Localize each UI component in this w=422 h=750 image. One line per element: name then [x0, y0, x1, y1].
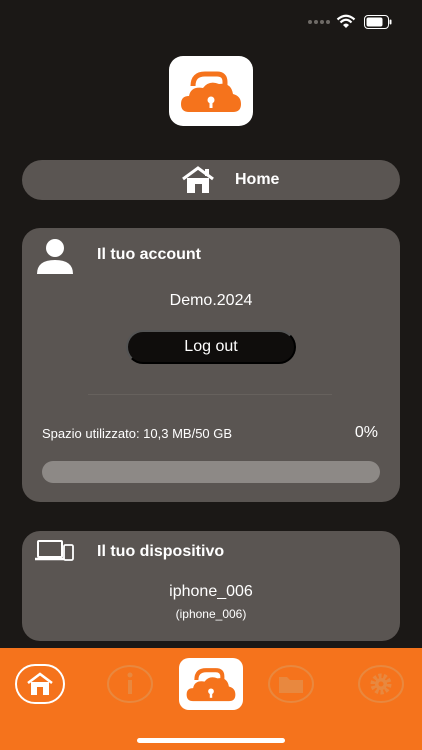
device-card: Il tuo dispositivo iphone_006 (iphone_00… [22, 531, 400, 641]
cloud-lock-icon [186, 668, 236, 702]
nav-cloud[interactable] [179, 658, 243, 710]
home-label: Home [235, 171, 280, 188]
device-title: Il tuo dispositivo [97, 543, 225, 560]
nav-info[interactable] [105, 664, 155, 704]
laptop-phone-icon [35, 540, 74, 561]
user-icon [37, 239, 73, 274]
account-username: Demo.2024 [169, 292, 253, 309]
home-indicator [137, 738, 285, 743]
home-icon [27, 672, 53, 695]
storage-label: Spazio utilizzato: 10,3 MB/50 GB [42, 426, 233, 441]
wifi-icon [336, 14, 356, 28]
home-button[interactable]: Home [22, 160, 400, 200]
storage-progress-bar [42, 461, 380, 483]
storage-percent: 0% [354, 424, 378, 441]
cloud-lock-icon [181, 71, 241, 112]
signal-dots [308, 20, 332, 26]
device-subname: (iphone_006) [175, 607, 247, 621]
status-bar [0, 0, 422, 44]
folder-icon [268, 665, 314, 703]
battery-icon [364, 15, 392, 29]
account-title: Il tuo account [97, 246, 201, 263]
nav-settings[interactable] [356, 664, 406, 704]
app-logo [169, 56, 253, 126]
bottom-nav [0, 648, 422, 750]
info-icon [107, 665, 153, 703]
gear-icon [358, 665, 404, 703]
nav-home[interactable] [15, 664, 65, 704]
home-icon [182, 166, 214, 193]
device-name: iphone_006 [169, 583, 253, 600]
account-card: Il tuo account Demo.2024 Log out Spazio … [22, 228, 400, 502]
nav-files[interactable] [266, 664, 316, 704]
logout-button[interactable]: Log out [126, 330, 296, 364]
divider [88, 394, 332, 395]
